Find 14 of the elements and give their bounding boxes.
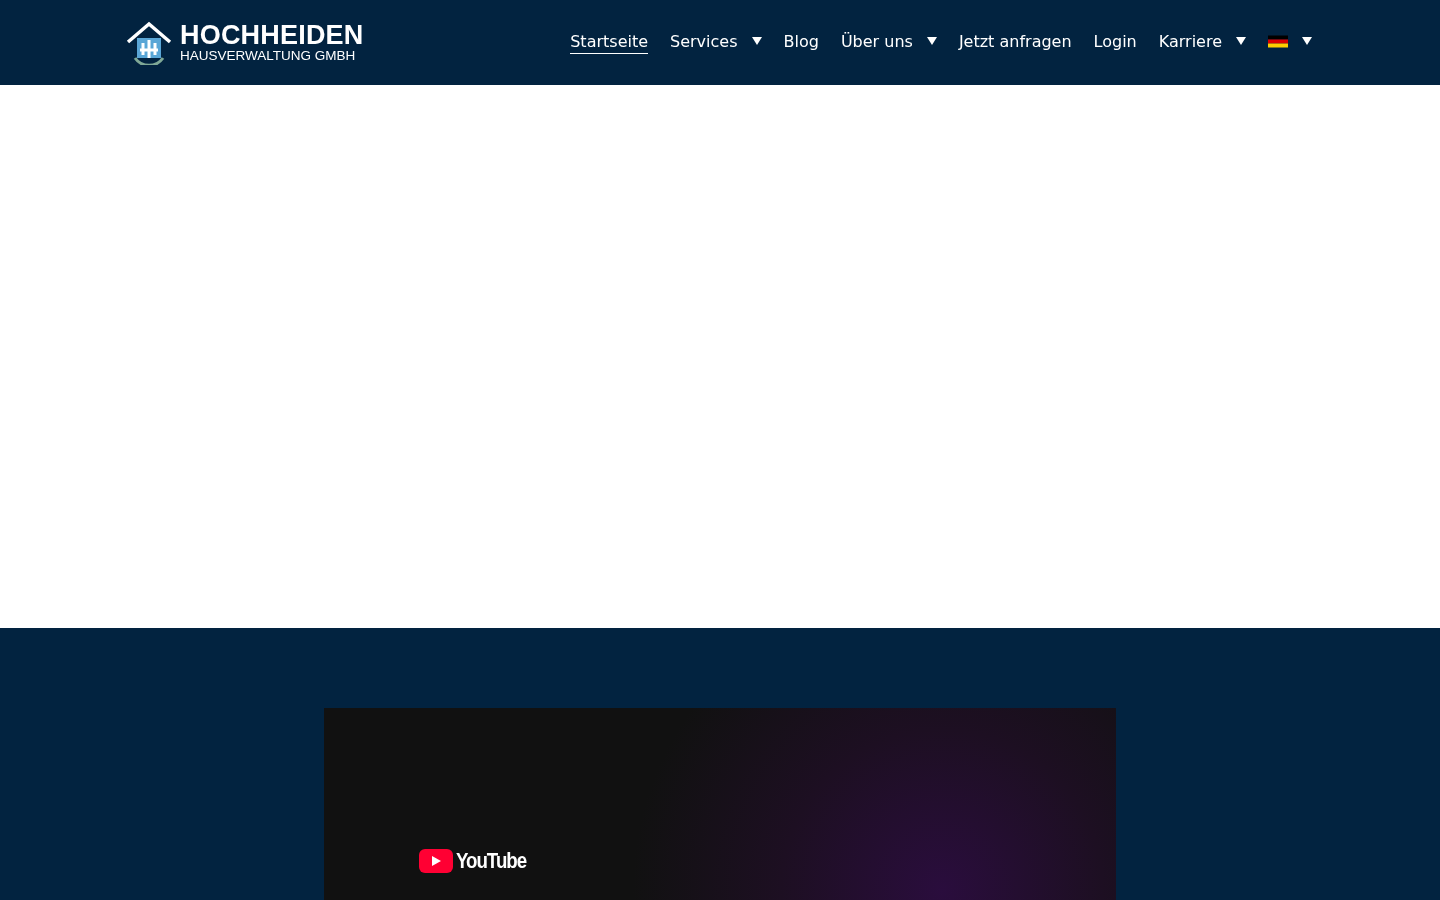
nav-link[interactable]: Blog: [783, 31, 819, 54]
language-selector[interactable]: [1268, 34, 1312, 51]
nav-link[interactable]: Über uns: [840, 31, 937, 54]
nav-link[interactable]: Services: [670, 31, 762, 54]
logo-name: HOCHHEIDEN: [180, 22, 364, 48]
nav-link[interactable]: Login: [1093, 31, 1137, 54]
play-logo-icon: [419, 849, 453, 873]
brand-wordmark: YouTube: [456, 848, 527, 874]
nav-link[interactable]: Jetzt anfragen: [958, 31, 1072, 54]
logo-subtitle: HAUSVERWALTUNG GMBH: [180, 48, 357, 63]
house-logo-icon: [126, 20, 172, 65]
nav-link[interactable]: Karriere: [1158, 31, 1246, 54]
nav-link[interactable]: Startseite: [570, 31, 649, 54]
flag-icon: [1268, 34, 1288, 48]
